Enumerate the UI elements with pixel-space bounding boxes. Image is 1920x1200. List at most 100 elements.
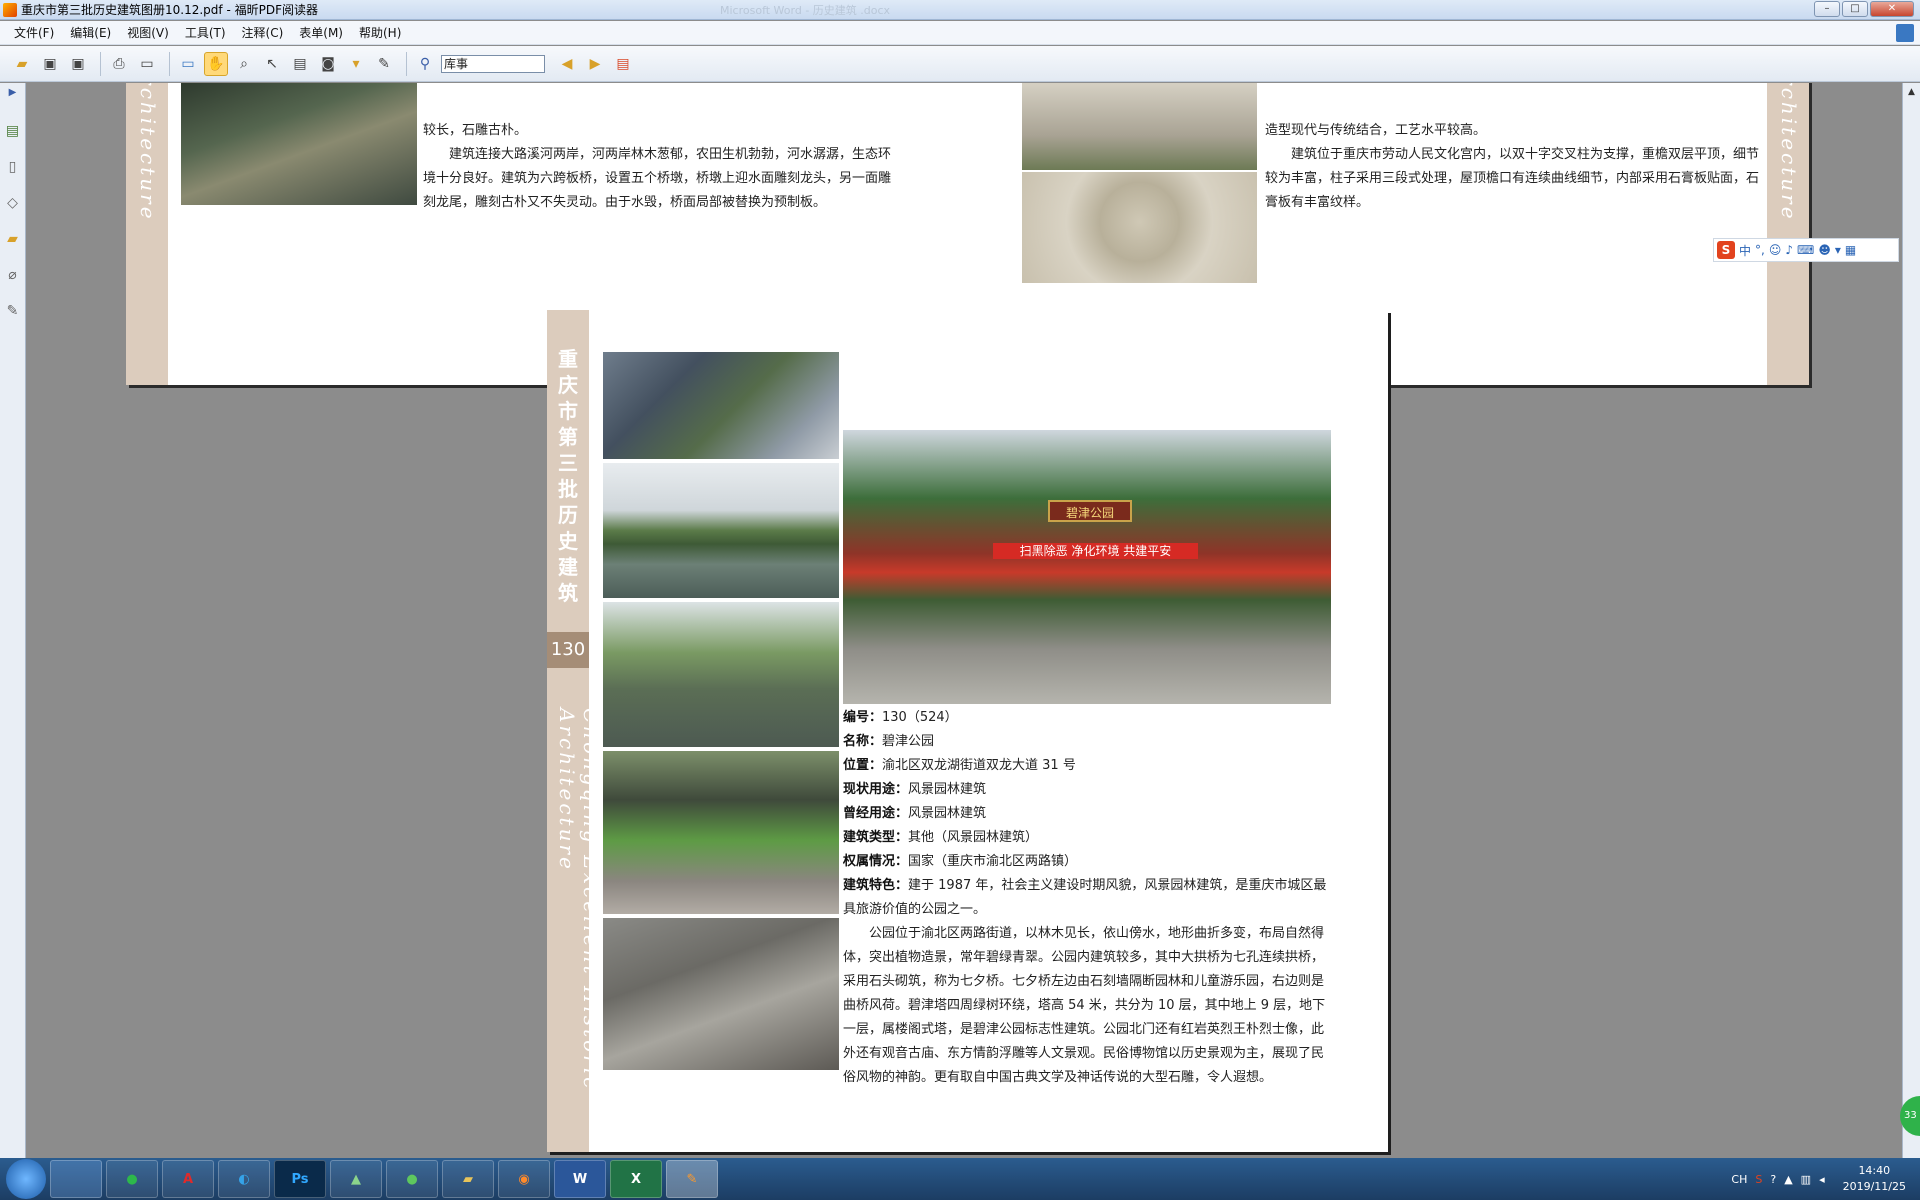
- taskbar-app-word[interactable]: W: [554, 1160, 606, 1198]
- maximize-button[interactable]: □: [1842, 1, 1868, 17]
- clock-date: 2019/11/25: [1842, 1180, 1906, 1193]
- zoom-tool-icon[interactable]: ⌕: [232, 52, 256, 76]
- attachments-icon[interactable]: ⌀: [4, 267, 22, 287]
- bookmarks-icon[interactable]: ▤: [4, 123, 22, 143]
- open-folder-icon[interactable]: ▰: [10, 52, 34, 76]
- page-side-band-right: Historic Architecture: [1767, 83, 1809, 385]
- side-band-chinese-title: 重庆市第三批历史建筑: [558, 347, 578, 605]
- taskbar-app-paint[interactable]: [50, 1160, 102, 1198]
- select-arrow-icon[interactable]: ↖: [260, 52, 284, 76]
- menu-edit[interactable]: 编辑(E): [70, 24, 111, 41]
- statue-monument-photo: [603, 751, 839, 914]
- expand-ribbon-icon[interactable]: [1896, 24, 1914, 42]
- help-tray-icon[interactable]: ?: [1770, 1173, 1776, 1186]
- menu-tools[interactable]: 工具(T): [185, 24, 226, 41]
- minimize-button[interactable]: –: [1814, 1, 1840, 17]
- ime-toolbar[interactable]: S 中 °, ☺ ♪ ⌨ ☻ ▾ ▦: [1713, 238, 1899, 262]
- menu-help[interactable]: 帮助(H): [359, 24, 401, 41]
- comments-icon[interactable]: ▰: [4, 231, 22, 251]
- info-value: 130（524）: [882, 710, 958, 725]
- info-row-name: 名称：碧津公园: [843, 730, 1335, 754]
- language-indicator[interactable]: CH: [1731, 1173, 1747, 1186]
- info-label: 权属情况：: [843, 854, 909, 869]
- export-icon[interactable]: ▾: [344, 52, 368, 76]
- keyboard-icon[interactable]: ⌨: [1797, 243, 1814, 257]
- info-value: 建于 1987 年，社会主义建设时期风貌，风景园林建筑，是重庆市城区最具旅游价值…: [843, 878, 1327, 917]
- info-row-current-use: 现状用途：风景园林建筑: [843, 778, 1335, 802]
- info-label: 位置：: [843, 758, 883, 773]
- document-viewport[interactable]: Historic Architecture 较长，石雕古朴。 建筑连接大路溪河两…: [27, 83, 1902, 1158]
- info-row-id: 编号：130（524）: [843, 706, 1335, 730]
- binoculars-icon[interactable]: ⚲: [413, 52, 437, 76]
- signatures-icon[interactable]: ✎: [4, 303, 22, 323]
- search-options-icon[interactable]: ▤: [611, 52, 635, 76]
- menu-form[interactable]: 表单(M): [299, 24, 343, 41]
- taskbar-app-green[interactable]: ●: [106, 1160, 158, 1198]
- toolbar-separator: [406, 51, 407, 76]
- expand-pane-icon[interactable]: ▶: [4, 87, 22, 107]
- menu-bar: 文件(F) 编辑(E) 视图(V) 工具(T) 注释(C) 表单(M) 帮助(H…: [0, 21, 1920, 45]
- menu-comment[interactable]: 注释(C): [242, 24, 284, 41]
- emoji-icon[interactable]: ☺: [1769, 243, 1782, 257]
- skin-icon[interactable]: ▾: [1835, 243, 1841, 257]
- ime-punctuation-label[interactable]: °,: [1755, 243, 1765, 257]
- info-value: 碧津公园: [882, 734, 935, 749]
- info-value: 风景园林建筑: [908, 782, 987, 797]
- sogou-logo-icon[interactable]: S: [1717, 241, 1735, 259]
- scroll-up-icon[interactable]: ▲: [1905, 87, 1919, 101]
- menu-view[interactable]: 视图(V): [127, 24, 169, 41]
- grid-menu-icon[interactable]: ▦: [1845, 243, 1856, 257]
- taskbar-app-foxit[interactable]: ✎: [666, 1160, 718, 1198]
- aerial-map-photo: [603, 352, 839, 459]
- layers-icon[interactable]: ◇: [4, 195, 22, 215]
- page1-right-para2: 建筑位于重庆市劳动人民文化宫内，以双十字交叉柱为支撑，重檐双层平顶，细节较为丰富…: [1265, 147, 1760, 210]
- volume-icon[interactable]: ◂: [1819, 1173, 1825, 1186]
- taskbar-app-browser[interactable]: ◐: [218, 1160, 270, 1198]
- taskbar-app-autocad[interactable]: A: [162, 1160, 214, 1198]
- side-band-english-title: Chongqing Excellent Historic Architectur…: [555, 708, 603, 1092]
- select-text-icon[interactable]: ▤: [288, 52, 312, 76]
- start-button[interactable]: [6, 1159, 46, 1199]
- page1-left-text: 较长，石雕古朴。 建筑连接大路溪河两岸，河两岸林木葱郁，农田生机勃勃，河水潺潺，…: [423, 119, 903, 215]
- vertical-scrollbar[interactable]: ▲: [1902, 83, 1920, 1158]
- pages-icon[interactable]: ▯: [4, 159, 22, 179]
- menu-file[interactable]: 文件(F): [14, 24, 54, 41]
- taskbar-app-design[interactable]: ▲: [330, 1160, 382, 1198]
- gate-banner: 扫黑除恶 净化环境 共建平安: [993, 543, 1198, 559]
- arch-bridge-photo: [603, 602, 839, 747]
- taskbar-app-photoshop[interactable]: Ps: [274, 1160, 326, 1198]
- taskbar-app-excel[interactable]: X: [610, 1160, 662, 1198]
- find-next-icon[interactable]: ▶: [583, 52, 607, 76]
- ime-mode-label[interactable]: 中: [1739, 242, 1751, 259]
- clock-time: 14:40: [1858, 1164, 1891, 1177]
- hand-tool-icon[interactable]: ✋: [204, 51, 228, 76]
- info-row-ownership: 权属情况：国家（重庆市渝北区两路镇）: [843, 850, 1335, 874]
- microphone-icon[interactable]: ♪: [1785, 243, 1793, 257]
- print-icon[interactable]: ⎙: [107, 52, 131, 76]
- find-previous-icon[interactable]: ◀: [555, 52, 579, 76]
- search-input[interactable]: 库事: [441, 54, 545, 73]
- show-hidden-icons-icon[interactable]: ▲: [1784, 1173, 1792, 1186]
- fullscreen-icon[interactable]: ▭: [176, 52, 200, 76]
- network-icon[interactable]: ▥: [1801, 1173, 1811, 1186]
- sign-icon[interactable]: ✎: [372, 52, 396, 76]
- user-icon[interactable]: ☻: [1818, 243, 1831, 257]
- side-band-english-text: Historic Architecture: [136, 83, 160, 373]
- taskbar-app-firefox[interactable]: ◉: [498, 1160, 550, 1198]
- info-value: 风景园林建筑: [908, 806, 987, 821]
- pdf-page-130: 重庆市第三批历史建筑 130 Chongqing Excellent Histo…: [547, 310, 1388, 1152]
- taskbar-app-wechat[interactable]: ●: [386, 1160, 438, 1198]
- scan-icon[interactable]: ▭: [135, 52, 159, 76]
- snapshot-icon[interactable]: ◙: [316, 52, 340, 76]
- description-paragraph: 公园位于渝北区两路街道，以林木见长，依山傍水，地形曲折多变，布局自然得体，突出植…: [843, 926, 1326, 1085]
- save-all-icon[interactable]: ▣: [66, 52, 90, 76]
- page1-left-para2: 建筑连接大路溪河两岸，河两岸林木葱郁，农田生机勃勃，河水潺潺，生态环境十分良好。…: [423, 147, 892, 210]
- sogou-tray-icon[interactable]: S: [1755, 1173, 1762, 1186]
- info-row-location: 位置：渝北区双龙湖街道双龙大道 31 号: [843, 754, 1335, 778]
- save-icon[interactable]: ▣: [38, 52, 62, 76]
- info-label: 名称：: [843, 734, 883, 749]
- taskbar-app-explorer[interactable]: ▰: [442, 1160, 494, 1198]
- close-button[interactable]: ✕: [1870, 1, 1914, 17]
- info-label: 现状用途：: [843, 782, 909, 797]
- clock[interactable]: 14:40 2019/11/25: [1843, 1163, 1906, 1195]
